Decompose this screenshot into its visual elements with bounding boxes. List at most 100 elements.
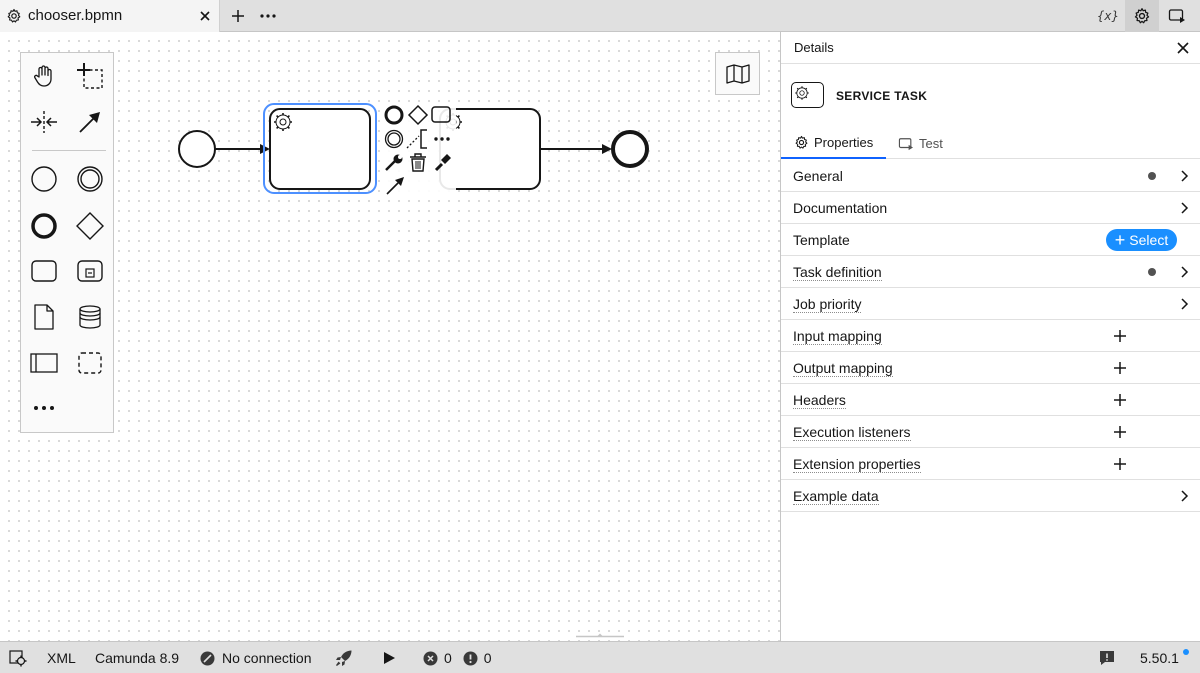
close-tab-icon[interactable] xyxy=(197,8,213,24)
feedback-icon xyxy=(1100,651,1114,665)
group-label: Input mapping xyxy=(793,328,882,345)
group-execution-listeners[interactable]: Execution listeners xyxy=(781,416,1200,448)
gear-icon xyxy=(1134,8,1150,24)
group-documentation[interactable]: Documentation xyxy=(781,192,1200,224)
gear-icon xyxy=(795,86,809,100)
chevron-right-icon[interactable] xyxy=(1178,265,1192,279)
rocket-icon xyxy=(336,650,352,666)
screen-play-icon xyxy=(1168,9,1185,23)
version-button[interactable]: 5.50.1 xyxy=(1140,642,1179,673)
context-pad xyxy=(381,102,456,200)
element-type-icon xyxy=(791,82,824,108)
chevron-right-icon[interactable] xyxy=(1178,169,1192,183)
problems-button[interactable]: 0 0 xyxy=(423,642,492,673)
plus-icon: + xyxy=(1114,230,1126,250)
status-bar: XML Camunda 8.9 No connection 0 0 5.50.1 xyxy=(0,641,1200,673)
group-label: Extension properties xyxy=(793,456,921,473)
tab-bar: chooser.bpmn {x} xyxy=(0,0,1200,32)
group-label: Execution listeners xyxy=(793,424,911,441)
play-icon xyxy=(384,652,395,664)
data-indicator-dot xyxy=(1148,268,1156,276)
select-template-button[interactable]: + Select xyxy=(1106,229,1177,251)
new-tab-button[interactable] xyxy=(228,6,248,26)
group-label: Example data xyxy=(793,488,879,505)
chevron-right-icon[interactable] xyxy=(1178,201,1192,215)
run-button[interactable] xyxy=(382,642,396,673)
tab-properties-label: Properties xyxy=(814,135,874,150)
tab-test-label: Test xyxy=(919,136,943,151)
bottom-panel-handle[interactable] xyxy=(568,632,632,638)
add-icon[interactable] xyxy=(1113,457,1127,471)
group-headers[interactable]: Headers xyxy=(781,384,1200,416)
group-job-priority[interactable]: Job priority xyxy=(781,288,1200,320)
feedback-button[interactable] xyxy=(1099,642,1115,673)
bpmn-diagram xyxy=(178,102,649,200)
property-groups: General Documentation Template + Select … xyxy=(781,160,1200,512)
group-label: Documentation xyxy=(793,200,888,216)
add-icon[interactable] xyxy=(1113,425,1127,439)
tab-test[interactable]: Test xyxy=(898,128,958,159)
overflow-menu-icon xyxy=(260,14,276,18)
service-task-selected[interactable] xyxy=(269,108,371,190)
connection-status-label: No connection xyxy=(222,650,312,666)
xml-view-button[interactable]: XML xyxy=(47,642,76,673)
end-event[interactable] xyxy=(611,130,649,168)
xml-label: XML xyxy=(47,650,76,666)
connection-status-button[interactable]: No connection xyxy=(200,642,312,673)
details-header: Details xyxy=(781,32,1200,64)
details-panel: Details SERVICE TASK Properties Test Gen… xyxy=(780,32,1200,641)
group-example-data[interactable]: Example data xyxy=(781,480,1200,512)
group-task-definition[interactable]: Task definition xyxy=(781,256,1200,288)
data-indicator-dot xyxy=(1148,172,1156,180)
settings-button[interactable] xyxy=(8,642,28,673)
details-tabs: Properties Test xyxy=(781,128,1200,159)
group-label: Job priority xyxy=(793,296,862,313)
add-icon[interactable] xyxy=(1113,329,1127,343)
element-type-label: SERVICE TASK xyxy=(836,89,928,103)
update-indicator-dot xyxy=(1183,649,1189,655)
engine-version-label: Camunda 8.9 xyxy=(95,650,180,666)
sequence-flow-1[interactable] xyxy=(215,144,270,154)
warning-icon xyxy=(463,651,478,665)
group-label: Task definition xyxy=(793,264,882,281)
more-tabs-button[interactable] xyxy=(258,6,278,26)
add-icon[interactable] xyxy=(1113,393,1127,407)
group-extension-properties[interactable]: Extension properties xyxy=(781,448,1200,480)
variables-button[interactable]: {x} xyxy=(1091,0,1125,32)
chevron-right-icon[interactable] xyxy=(1178,297,1192,311)
variables-icon: {x} xyxy=(1097,9,1119,23)
error-icon xyxy=(423,651,438,665)
engine-version-button[interactable]: Camunda 8.9 xyxy=(95,642,179,673)
error-count: 0 xyxy=(444,650,452,666)
group-input-mapping[interactable]: Input mapping xyxy=(781,320,1200,352)
group-general[interactable]: General xyxy=(781,160,1200,192)
screen-play-icon xyxy=(898,137,913,150)
plus-icon xyxy=(232,10,244,22)
sequence-flow-2[interactable] xyxy=(540,144,612,154)
close-icon[interactable] xyxy=(1176,41,1190,55)
gear-icon xyxy=(795,135,808,149)
group-label: Headers xyxy=(793,392,846,409)
group-label: Template xyxy=(793,232,850,248)
deploy-button[interactable] xyxy=(335,642,353,673)
delete-trash-icon[interactable] xyxy=(410,153,426,172)
version-label: 5.50.1 xyxy=(1140,650,1179,666)
warning-count: 0 xyxy=(483,650,492,666)
group-output-mapping[interactable]: Output mapping xyxy=(781,352,1200,384)
group-label: Output mapping xyxy=(793,360,893,377)
details-title: Details xyxy=(794,40,834,55)
file-tab-label: chooser.bpmn xyxy=(28,7,123,24)
group-template: Template + Select xyxy=(781,224,1200,256)
file-tab[interactable]: chooser.bpmn xyxy=(0,0,220,32)
group-label: General xyxy=(793,168,843,184)
chevron-right-icon[interactable] xyxy=(1178,489,1192,503)
test-panel-toggle[interactable] xyxy=(1160,0,1194,32)
tab-properties[interactable]: Properties xyxy=(781,128,886,159)
start-event[interactable] xyxy=(178,130,216,168)
disconnected-icon xyxy=(200,651,215,665)
properties-panel-toggle[interactable] xyxy=(1125,0,1159,32)
select-template-label: Select xyxy=(1129,232,1169,248)
more-options-icon[interactable] xyxy=(434,137,450,141)
settings-adjust-icon xyxy=(9,650,27,667)
add-icon[interactable] xyxy=(1113,361,1127,375)
